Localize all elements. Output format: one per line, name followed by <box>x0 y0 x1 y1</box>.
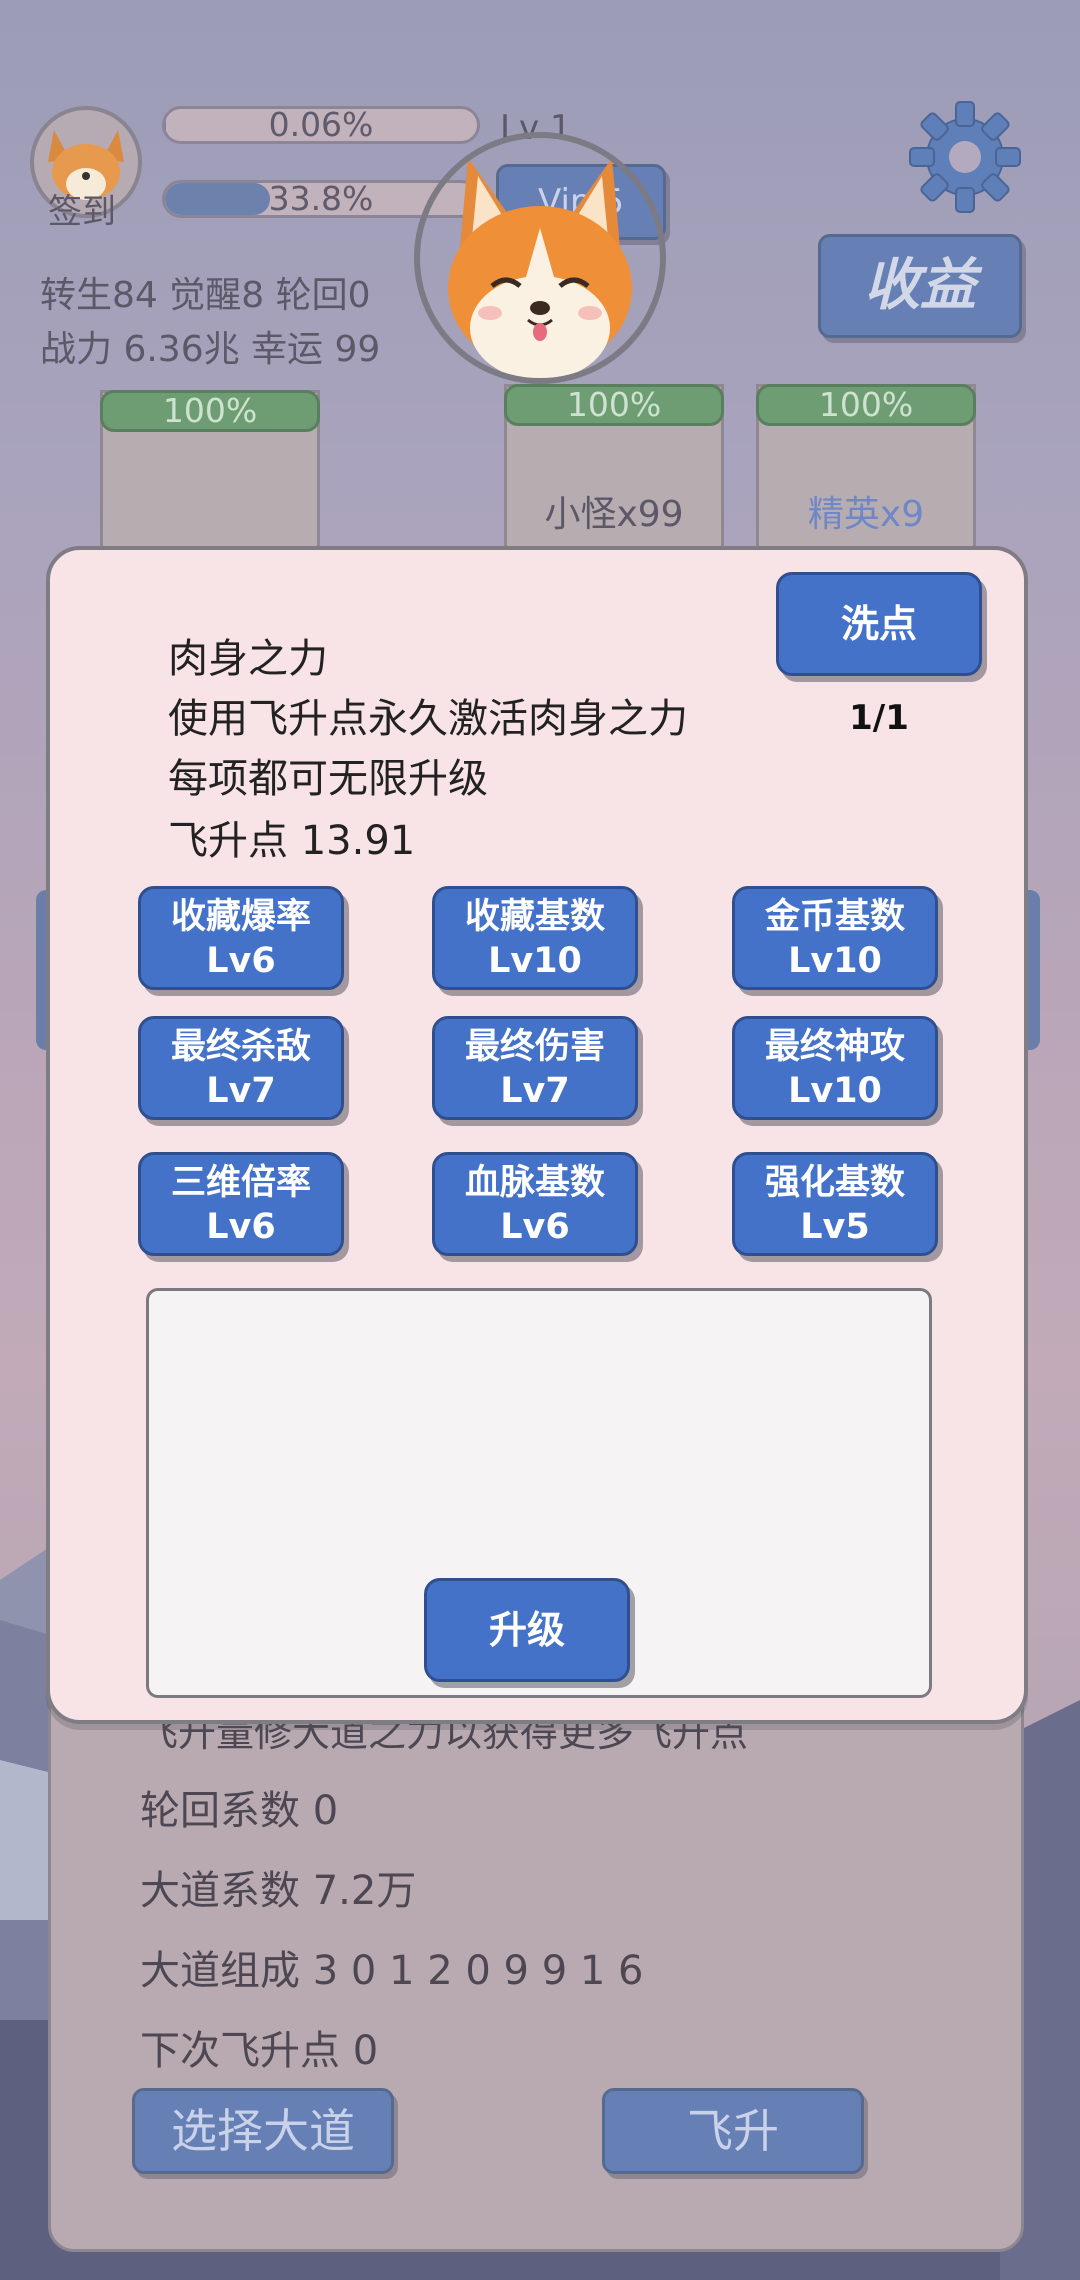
exp-progress-text: 0.06% <box>268 106 374 144</box>
ascend-label: 飞升 <box>687 2104 779 2158</box>
slot-2-percent: 100% <box>504 384 724 426</box>
upgrade-name: 最终神攻 <box>764 1027 905 1067</box>
upgrade-bloodline-base[interactable]: 血脉基数 Lv6 <box>432 1152 638 1256</box>
choose-path-label: 选择大道 <box>171 2104 355 2158</box>
body-power-dialog: 肉身之力 使用飞升点永久激活肉身之力 每项都可无限升级 飞升点 13.91 洗点… <box>46 546 1028 1724</box>
corgi-mascot-icon <box>448 158 632 378</box>
upgrade-level: Lv6 <box>206 941 276 981</box>
mascot[interactable] <box>414 132 666 384</box>
upgrade-level: Lv10 <box>788 941 882 981</box>
upgrade-name: 强化基数 <box>764 1163 905 1203</box>
upgrade-name: 血脉基数 <box>464 1163 605 1203</box>
slot-1-percent: 100% <box>100 390 320 432</box>
dialog-title: 肉身之力 <box>168 636 328 682</box>
upgrade-name: 金币基数 <box>764 897 905 937</box>
upgrade-level: Lv5 <box>800 1207 870 1247</box>
income-button[interactable]: 收益 <box>818 234 1022 338</box>
upgrade-name: 收藏基数 <box>464 897 605 937</box>
upgrade-name: 收藏爆率 <box>170 897 311 937</box>
stats-line-2: 战力 6.36兆 幸运 99 <box>40 329 381 370</box>
dialog-desc-1: 使用飞升点永久激活肉身之力 <box>168 696 688 742</box>
slot-1[interactable]: 100% <box>100 390 320 570</box>
sign-in-label[interactable]: 签到 <box>48 184 116 233</box>
upgrade-final-divine-attack[interactable]: 最终神攻 Lv10 <box>732 1016 938 1120</box>
stats-line-1: 转生84 觉醒8 轮回0 <box>40 275 371 316</box>
upgrade-name: 最终杀敌 <box>170 1027 311 1067</box>
income-label: 收益 <box>864 253 976 318</box>
upgrade-final-kill[interactable]: 最终杀敌 Lv7 <box>138 1016 344 1120</box>
upgrade-level: Lv10 <box>488 941 582 981</box>
upgrade-level: Lv7 <box>500 1071 570 1111</box>
slot-3-percent: 100% <box>756 384 976 426</box>
reset-points-button[interactable]: 洗点 <box>776 572 982 676</box>
upgrade-level: Lv6 <box>500 1207 570 1247</box>
upgrade-name: 最终伤害 <box>464 1027 605 1067</box>
dao-composition: 大道组成 3 0 1 2 0 9 9 1 6 <box>140 1948 644 1994</box>
exp-progress-bar: 0.06% <box>162 106 480 144</box>
slot-3-label: 精英x9 <box>807 494 925 535</box>
upgrade-gold-base[interactable]: 金币基数 Lv10 <box>732 886 938 990</box>
ascend-button[interactable]: 飞升 <box>602 2088 864 2174</box>
ascension-points: 飞升点 13.91 <box>168 818 416 864</box>
dao-coefficient: 大道系数 7.2万 <box>140 1868 417 1914</box>
gear-icon[interactable] <box>906 98 1024 216</box>
upgrade-button[interactable]: 升级 <box>424 1578 630 1682</box>
upgrade-collection-drop-rate[interactable]: 收藏爆率 Lv6 <box>138 886 344 990</box>
upgrade-collection-base[interactable]: 收藏基数 Lv10 <box>432 886 638 990</box>
next-ascension-points: 下次飞升点 0 <box>140 2028 379 2074</box>
upgrade-final-damage[interactable]: 最终伤害 Lv7 <box>432 1016 638 1120</box>
upgrade-level: Lv6 <box>206 1207 276 1247</box>
reset-points-label: 洗点 <box>840 602 917 646</box>
choose-path-button[interactable]: 选择大道 <box>132 2088 394 2174</box>
upgrade-level: Lv7 <box>206 1071 276 1111</box>
upgrade-button-label: 升级 <box>488 1608 565 1652</box>
slot-2-label: 小怪x99 <box>544 494 684 535</box>
upgrade-attribute-multiplier[interactable]: 三维倍率 Lv6 <box>138 1152 344 1256</box>
dialog-desc-2: 每项都可无限升级 <box>168 756 488 802</box>
page-indicator: 1/1 <box>849 698 909 738</box>
upgrade-name: 三维倍率 <box>170 1163 311 1203</box>
upgrade-enhance-base[interactable]: 强化基数 Lv5 <box>732 1152 938 1256</box>
upgrade-level: Lv10 <box>788 1071 882 1111</box>
reincarnation-coefficient: 轮回系数 0 <box>140 1788 339 1834</box>
